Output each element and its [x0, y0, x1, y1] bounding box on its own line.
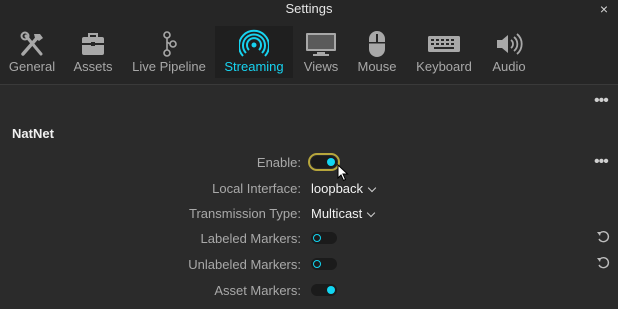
- speaker-icon: [486, 30, 532, 58]
- tab-audio[interactable]: Audio: [486, 26, 532, 78]
- tab-streaming[interactable]: Streaming: [215, 26, 293, 78]
- tab-views[interactable]: Views: [300, 26, 342, 78]
- streaming-icon: [215, 29, 293, 58]
- setting-asset-markers: Asset Markers:: [0, 279, 618, 301]
- setting-label: Transmission Type:: [189, 206, 301, 221]
- setting-transmission-type: Transmission Type: Multicast: [0, 202, 618, 224]
- tab-general[interactable]: General: [4, 26, 60, 78]
- panel-menu-button[interactable]: •••: [594, 93, 609, 109]
- unlabeled-markers-toggle[interactable]: [311, 258, 337, 270]
- section-title: NatNet: [12, 126, 54, 141]
- setting-labeled-markers: Labeled Markers:: [0, 227, 618, 249]
- dropdown-value: Multicast: [311, 206, 363, 221]
- setting-unlabeled-markers: Unlabeled Markers:: [0, 253, 618, 275]
- tab-label: Assets: [73, 59, 113, 74]
- reset-icon[interactable]: [596, 256, 610, 270]
- reset-icon[interactable]: [596, 230, 610, 244]
- toolbox-icon: [68, 30, 118, 58]
- chevron-down-icon: [367, 208, 376, 218]
- pipeline-icon: [130, 30, 208, 58]
- enable-toggle[interactable]: [308, 153, 340, 171]
- streaming-settings-panel: ••• NatNet Enable: ••• Local Interface: …: [0, 86, 618, 309]
- setting-label: Labeled Markers:: [200, 231, 301, 246]
- setting-label: Asset Markers:: [214, 283, 301, 298]
- keyboard-icon: [412, 30, 476, 58]
- chevron-down-icon: [367, 183, 377, 193]
- tab-mouse[interactable]: Mouse: [354, 26, 400, 78]
- close-icon[interactable]: ×: [600, 0, 608, 18]
- mouse-cursor-icon: [337, 163, 349, 187]
- toggle-knob: [313, 260, 321, 268]
- mouse-icon: [354, 30, 400, 58]
- asset-markers-toggle[interactable]: [311, 284, 337, 296]
- monitor-icon: [300, 30, 342, 58]
- setting-enable: Enable: •••: [0, 151, 618, 173]
- tab-keyboard[interactable]: Keyboard: [412, 26, 476, 78]
- tab-label: Mouse: [357, 59, 397, 74]
- setting-label: Enable:: [256, 155, 301, 170]
- toggle-knob: [327, 158, 335, 166]
- title-bar: Settings ×: [0, 0, 618, 18]
- transmission-type-dropdown[interactable]: Multicast: [311, 206, 376, 221]
- setting-label: Local Interface:: [212, 181, 301, 196]
- tab-label: Views: [303, 59, 339, 74]
- tab-label: General: [8, 59, 56, 74]
- tab-label: Live Pipeline: [132, 59, 206, 74]
- setting-local-interface: Local Interface: loopback: [0, 177, 618, 199]
- tab-label: Audio: [492, 59, 526, 74]
- toggle-knob: [313, 234, 321, 242]
- tools-icon: [4, 30, 60, 58]
- tab-label: Keyboard: [416, 59, 472, 74]
- tab-label: Streaming: [224, 59, 284, 74]
- tab-assets[interactable]: Assets: [68, 26, 118, 78]
- labeled-markers-toggle[interactable]: [311, 232, 337, 244]
- window-title: Settings: [285, 1, 333, 16]
- settings-tab-bar: General Assets Live Pipeline Streaming V…: [0, 18, 618, 85]
- enable-menu-button[interactable]: •••: [594, 154, 609, 170]
- tab-live-pipeline[interactable]: Live Pipeline: [130, 26, 208, 78]
- toggle-knob: [327, 286, 335, 294]
- setting-label: Unlabeled Markers:: [188, 257, 301, 272]
